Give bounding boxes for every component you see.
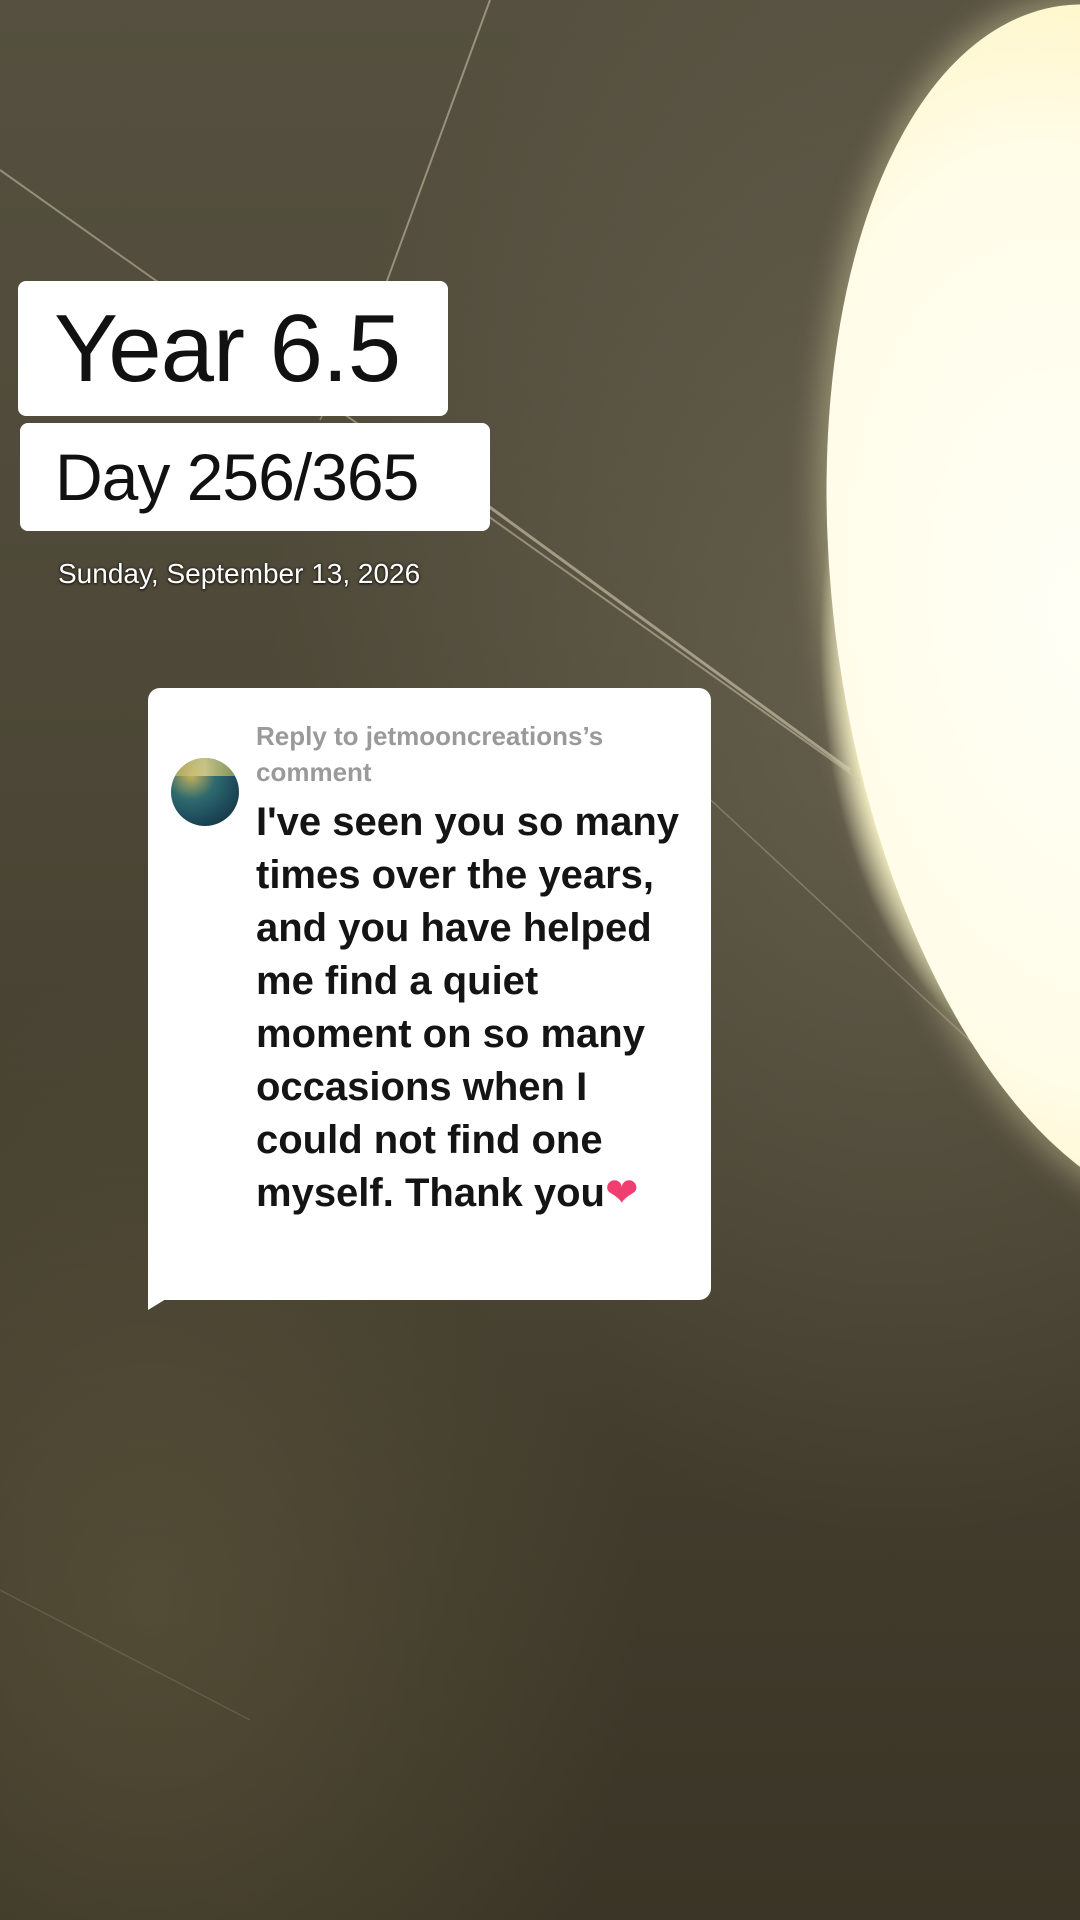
day-counter-box: Day 256/365 (20, 423, 490, 531)
video-frame: Year 6.5 Day 256/365 Sunday, September 1… (0, 0, 1080, 1920)
user-avatar[interactable] (171, 758, 239, 826)
year-label-box: Year 6.5 (18, 281, 448, 416)
reply-header: Reply to jetmooncreations’s comment (256, 721, 604, 787)
avatar-image (171, 758, 239, 776)
heart-icon: ❤ (604, 1170, 639, 1216)
comment-reply-card[interactable]: Reply to jetmooncreations’s comment I've… (148, 688, 711, 1310)
date-label: Sunday, September 13, 2026 (58, 558, 421, 589)
year-label: Year 6.5 (54, 294, 401, 402)
reply-comment-text: I've seen you so many times over the yea… (256, 796, 696, 1220)
day-counter: Day 256/365 (55, 440, 419, 514)
speech-bubble-tail (148, 1288, 184, 1310)
reply-body-text: I've seen you so many times over the yea… (256, 800, 680, 1215)
